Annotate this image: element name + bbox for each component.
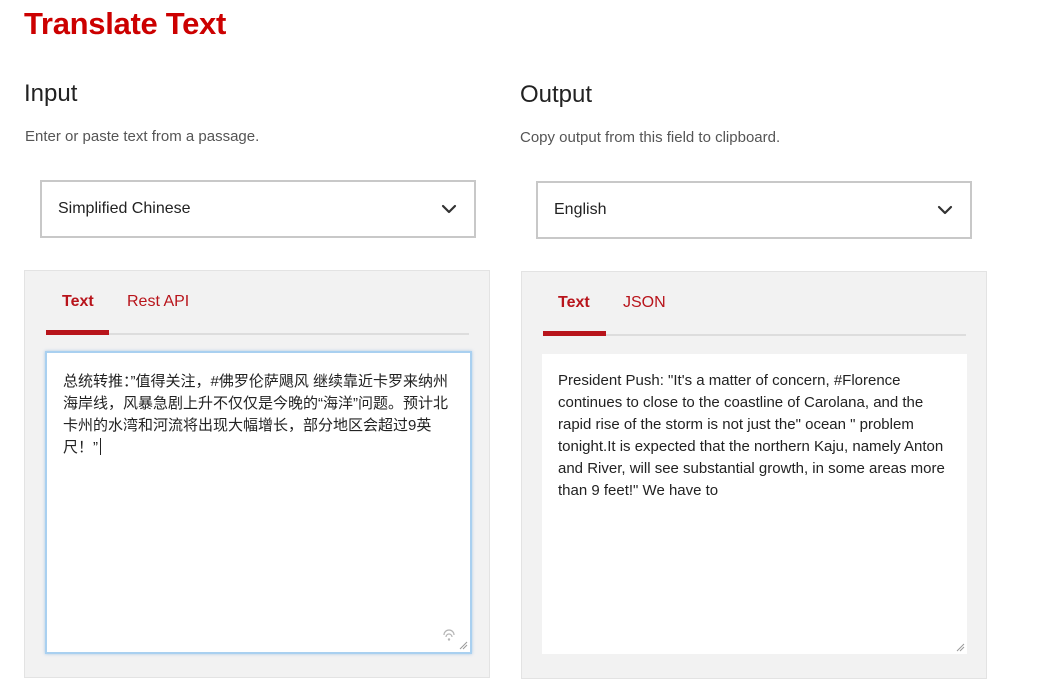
- input-tabs: Text Rest API: [46, 271, 469, 335]
- page-title: Translate Text: [24, 6, 226, 41]
- target-language-select[interactable]: English: [536, 181, 972, 239]
- chevron-down-icon: [937, 205, 953, 215]
- tab-output-json[interactable]: JSON: [623, 294, 666, 312]
- output-text-field[interactable]: President Push: "It's a matter of concer…: [542, 354, 967, 654]
- input-panel: Text Rest API 总统转推：”值得关注，#佛罗伦萨飓风 继续靠近卡罗来…: [24, 270, 490, 678]
- input-text-value: 总统转推：”值得关注，#佛罗伦萨飓风 继续靠近卡罗来纳州海岸线，风暴急剧上升不仅…: [63, 373, 449, 456]
- output-heading: Output: [520, 81, 593, 108]
- chevron-down-icon: [441, 204, 457, 214]
- input-description: Enter or paste text from a passage.: [25, 128, 260, 145]
- text-caret: [100, 438, 101, 455]
- resize-grip-icon[interactable]: [458, 640, 468, 650]
- output-text-value: President Push: "It's a matter of concer…: [558, 372, 945, 499]
- dictation-icon[interactable]: [442, 628, 456, 642]
- resize-grip-icon[interactable]: [955, 642, 965, 652]
- tab-input-text[interactable]: Text: [62, 293, 94, 311]
- active-tab-indicator: [543, 331, 606, 336]
- source-language-select[interactable]: Simplified Chinese: [40, 180, 476, 238]
- input-heading: Input: [24, 80, 78, 107]
- output-tabs: Text JSON: [543, 272, 966, 336]
- input-text-field[interactable]: 总统转推：”值得关注，#佛罗伦萨飓风 继续靠近卡罗来纳州海岸线，风暴急剧上升不仅…: [45, 351, 472, 654]
- output-description: Copy output from this field to clipboard…: [520, 129, 781, 146]
- target-language-value: English: [554, 201, 607, 218]
- tab-input-rest-api[interactable]: Rest API: [127, 293, 189, 311]
- active-tab-indicator: [46, 330, 109, 335]
- tab-output-text[interactable]: Text: [558, 294, 590, 312]
- output-panel: Text JSON President Push: "It's a matter…: [521, 271, 987, 679]
- source-language-value: Simplified Chinese: [58, 200, 191, 217]
